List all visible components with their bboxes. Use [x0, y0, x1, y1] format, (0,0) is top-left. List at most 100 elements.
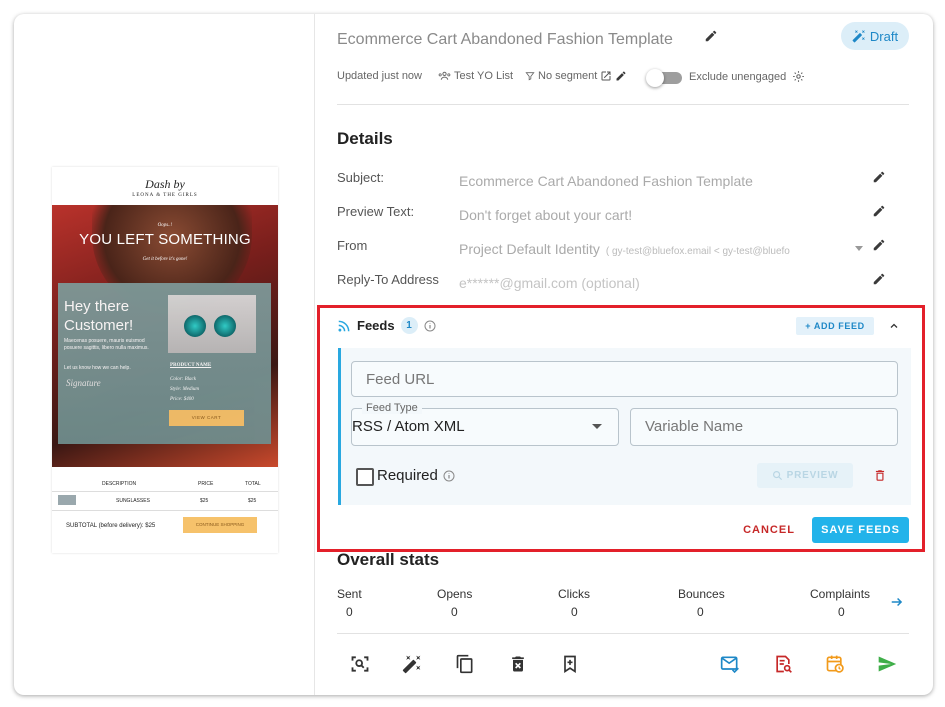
edit-reply-to-button[interactable]: [869, 269, 889, 289]
rss-icon: [338, 320, 350, 331]
preview-feed-button[interactable]: PREVIEW: [757, 463, 853, 488]
feed-url-placeholder: Feed URL: [366, 371, 435, 388]
preview-col-total: TOTAL: [245, 481, 261, 487]
inspect-button[interactable]: [348, 652, 372, 676]
view-stats-button[interactable]: [887, 592, 907, 612]
magic-wand-icon: [402, 655, 421, 674]
schedule-button[interactable]: [823, 652, 847, 676]
email-preview[interactable]: Dash by LEONA & THE GIRLS Oops..! YOU LE…: [52, 167, 278, 553]
pencil-icon: [873, 273, 885, 285]
save-feeds-button[interactable]: SAVE FEEDS: [812, 517, 909, 543]
feed-type-label: Feed Type: [362, 402, 422, 414]
preview-product-image: [168, 295, 256, 353]
feed-type-select[interactable]: Feed Type RSS / Atom XML: [351, 402, 619, 446]
campaign-card: Dash by LEONA & THE GIRLS Oops..! YOU LE…: [14, 14, 933, 695]
stat-opens-value: 0: [451, 605, 458, 619]
feeds-header[interactable]: Feeds 1: [337, 317, 436, 334]
preview-content-panel: Hey there Customer! Maecenas posuere, ma…: [58, 283, 271, 444]
review-button[interactable]: [771, 652, 795, 676]
preview-signature: Signature: [66, 378, 101, 388]
preview-continue-button: CONTINUE SHOPPING: [183, 517, 257, 533]
send-test-button[interactable]: [718, 652, 742, 676]
stat-bounces-label: Bounces: [678, 587, 725, 601]
duplicate-button[interactable]: [453, 652, 477, 676]
exclude-unengaged-toggle[interactable]: [646, 69, 682, 87]
preview-brand: Dash by: [145, 177, 185, 191]
details-heading: Details: [337, 129, 393, 148]
list-name: Test YO List: [454, 70, 514, 82]
calendar-clock-icon: [826, 655, 844, 673]
preview-logo: Dash by LEONA & THE GIRLS: [52, 177, 278, 198]
gear-icon[interactable]: [792, 70, 805, 83]
variable-name-input[interactable]: Variable Name: [630, 408, 898, 446]
preview-product-color: Color: Black: [170, 377, 196, 382]
segment-name: No segment: [538, 70, 598, 82]
send-icon: [878, 656, 897, 672]
table-row: SUNGLASSES $25 $25: [52, 492, 278, 511]
send-button[interactable]: [875, 652, 899, 676]
search-icon: [772, 471, 782, 481]
reply-to-label: Reply-To Address: [337, 272, 439, 287]
feed-url-input[interactable]: Feed URL: [351, 361, 898, 397]
preview-view-cart-button: VIEW CART: [169, 410, 244, 426]
exclude-text: Exclude unengaged: [689, 70, 787, 83]
group-icon: [438, 71, 451, 80]
pencil-icon: [705, 30, 717, 42]
edit-preview-text-button[interactable]: [869, 201, 889, 221]
segment-link[interactable]: No segment: [525, 70, 627, 82]
pencil-icon[interactable]: [615, 70, 627, 82]
variable-name-placeholder: Variable Name: [645, 418, 744, 435]
exclude-unengaged-label: Exclude unengaged: [689, 70, 805, 83]
preview-text-value: Don't forget about your cart!: [459, 207, 633, 223]
info-icon[interactable]: [424, 320, 436, 332]
edit-title-button[interactable]: [701, 26, 721, 46]
stats-divider: [337, 633, 909, 634]
collapse-feeds-button[interactable]: [884, 316, 904, 336]
status-badge[interactable]: Draft: [841, 22, 909, 50]
header-divider: [337, 104, 909, 105]
bookmark-add-icon: [564, 655, 576, 674]
updated-label: Updated just now: [337, 70, 422, 82]
preview-hero: Oops..! YOU LEFT SOMETHING Get it before…: [52, 205, 278, 467]
required-checkbox[interactable]: [356, 468, 374, 486]
delete-campaign-button[interactable]: [506, 652, 530, 676]
stat-sent-value: 0: [346, 605, 353, 619]
cancel-button[interactable]: CANCEL: [739, 521, 799, 539]
preview-col-price: PRICE: [198, 481, 214, 487]
preview-headline: YOU LEFT SOMETHING: [79, 231, 251, 248]
from-label: From: [337, 238, 368, 253]
preview-item-total: $25: [248, 498, 257, 504]
stat-opens-label: Opens: [437, 587, 473, 601]
preview-item-thumb: [58, 495, 76, 505]
from-email: ( gy-test@bluefox.email < gy-test@bluefo: [605, 246, 790, 257]
list-link[interactable]: Test YO List: [438, 70, 513, 82]
arrow-right-icon: [891, 597, 903, 607]
sunglasses-lens-left: [184, 315, 206, 337]
preview-body: Maecenas posuere, mauris euismod posuere…: [64, 338, 149, 351]
from-value[interactable]: Project Default Identity ( gy-test@bluefo…: [459, 241, 839, 257]
from-dropdown-caret[interactable]: [855, 246, 863, 251]
pencil-icon: [873, 205, 885, 217]
edit-subject-button[interactable]: [869, 167, 889, 187]
open-external-icon[interactable]: [600, 70, 612, 82]
preview-cart-table: DESCRIPTION PRICE TOTAL SUNGLASSES $25 $…: [52, 477, 278, 511]
toggle-knob: [646, 69, 664, 87]
delete-feed-button[interactable]: [870, 465, 890, 485]
preview-oops: Oops..!: [157, 223, 173, 228]
subject-label: Subject:: [337, 170, 384, 185]
edit-design-button[interactable]: [400, 652, 424, 676]
reply-to-value: e******@gmail.com (optional): [459, 275, 640, 291]
preview-greeting: Hey there Customer!: [64, 298, 134, 334]
delete-x-icon: [512, 656, 524, 672]
edit-from-button[interactable]: [869, 235, 889, 255]
preview-subline: Get it before it's gone!: [142, 257, 188, 262]
table-row: DESCRIPTION PRICE TOTAL: [52, 477, 278, 492]
info-icon[interactable]: [443, 470, 455, 482]
save-template-button[interactable]: [558, 652, 582, 676]
add-feed-button[interactable]: + ADD FEED: [796, 317, 874, 335]
pencil-icon: [873, 171, 885, 183]
pencil-icon: [873, 239, 885, 251]
stat-complaints-value: 0: [838, 605, 845, 619]
chevron-up-icon: [890, 323, 898, 328]
feeds-count-badge: 1: [400, 317, 418, 334]
